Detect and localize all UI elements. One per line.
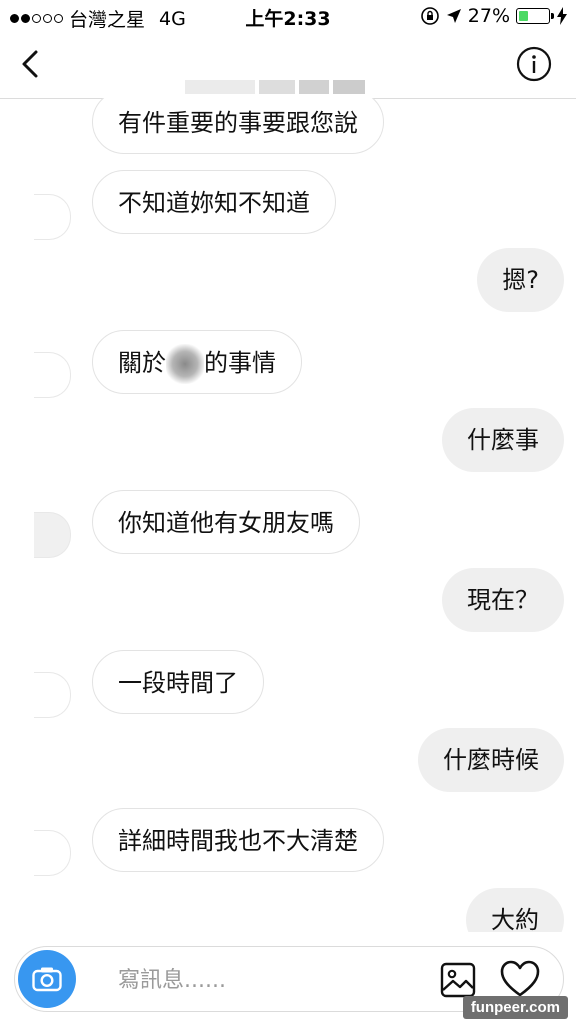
message-bubble-sent: 現在？ [442,568,564,632]
chat-header [0,32,576,99]
redacted-name-smudge [166,344,204,384]
status-bar: 台灣之星 4G 上午2:33 27% [0,0,576,32]
message-text-start: 關於 [118,349,166,377]
charging-bolt-icon [557,7,567,25]
avatar [34,352,71,398]
chevron-left-icon[interactable] [14,46,50,82]
battery-icon [516,8,554,24]
message-bubble-received: 一段時間了 [92,650,264,714]
message-bubble-sent: 什麼事 [442,408,564,472]
message-composer: 寫訊息...... funpeer.com [0,932,576,1024]
avatar [34,512,71,558]
message-input[interactable]: 寫訊息...... [118,962,226,994]
battery-percent: 27% [467,5,510,27]
info-circle-icon[interactable] [516,46,552,82]
location-arrow-icon [446,9,461,23]
image-icon[interactable] [440,962,476,998]
watermark: funpeer.com [462,996,568,1019]
message-bubble-sent: 大約 [466,888,564,932]
contact-name-redacted [185,80,380,94]
avatar [34,830,71,876]
orientation-lock-icon [420,7,439,25]
message-bubble-sent: 什麼時候 [418,728,564,792]
avatar [34,672,71,718]
message-bubble-received: 不知道妳知不知道 [92,170,336,234]
message-bubble-received: 詳細時間我也不大清楚 [92,808,384,872]
message-bubble-received: 你知道他有女朋友嗎 [92,490,360,554]
message-thread: 有件重要的事要跟您說 不知道妳知不知道 摁? 關於 的事情 什麼事 你知道他有女朋… [0,98,576,932]
camera-icon [32,967,62,992]
message-text-end: 的事情 [204,349,276,377]
heart-icon[interactable] [500,960,540,998]
message-bubble-received: 有件重要的事要跟您說 [92,98,384,154]
message-bubble-received: 關於 的事情 [92,330,302,394]
avatar [34,194,71,240]
camera-button[interactable] [18,950,76,1008]
message-bubble-sent: 摁? [477,248,564,312]
